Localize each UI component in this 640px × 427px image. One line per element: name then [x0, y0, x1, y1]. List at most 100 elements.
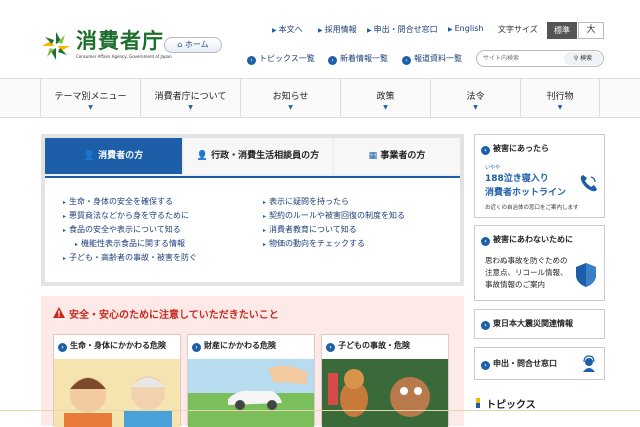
link-labeling[interactable]: ▸ 表示に疑問を持ったら — [263, 196, 349, 207]
font-size-label: 文字サイズ — [498, 25, 538, 34]
card-title: › 子どもの事故・危険 — [326, 340, 410, 352]
nav-item-publications[interactable]: 刊行物 ▼ — [520, 79, 600, 117]
home-button[interactable]: ⌂ ホーム — [164, 37, 222, 53]
link-safety[interactable]: ▸ 生命・身体の安全を確保する — [63, 196, 173, 207]
nav-label: 法令 — [466, 92, 485, 102]
link-label: 生命・身体の安全を確保する — [69, 197, 174, 206]
contact-heading: › 申出・問合せ窓口 — [481, 358, 557, 370]
chevron-right-icon: › — [402, 56, 411, 65]
nav-item-policy[interactable]: 政策 ▼ — [340, 79, 430, 117]
link-label: 報道資料一覧 — [414, 54, 462, 63]
chevron-right-icon: › — [326, 343, 335, 352]
nav-label: お知らせ — [272, 92, 309, 102]
site-search: ⚲ 検索 — [476, 50, 604, 67]
nav-label: 消費者庁について — [154, 92, 227, 102]
triangle-right-icon: ▶ — [272, 27, 277, 34]
link-press-list[interactable]: › 報道資料一覧 — [402, 53, 462, 65]
chevron-right-icon: ▸ — [63, 213, 67, 220]
topics-marker — [476, 398, 480, 408]
link-scams[interactable]: ▸ 悪質商法などから身を守るために — [63, 210, 189, 221]
chevron-down-icon: ▼ — [288, 104, 293, 111]
card-title: › 財産にかかわる危険 — [192, 340, 276, 352]
font-size-large-button[interactable]: 大 — [578, 22, 604, 39]
nav-label: 刊行物 — [546, 92, 574, 102]
util-link-contact[interactable]: ▶ 申出・問合せ窓口 — [367, 24, 438, 35]
illustration-elderly-image — [54, 359, 180, 427]
chevron-right-icon: › — [481, 146, 490, 155]
card-life-danger[interactable]: › 生命・身体にかかわる危険 — [53, 334, 181, 427]
util-link-recruit[interactable]: ▶ 採用情報 — [318, 24, 357, 35]
chevron-right-icon: ▸ — [63, 199, 67, 206]
link-education[interactable]: ▸ 消費者教育について知る — [263, 224, 357, 235]
hotline-heading-text: 被害にあったら — [493, 144, 549, 153]
prevention-box[interactable]: › 被害にあわないために 思わぬ事故を防ぐための 注意点、リコール情報、 事故情報… — [474, 225, 605, 301]
chevron-right-icon: ▸ — [75, 241, 79, 248]
prevention-line: 事故情報のご案内 — [485, 280, 545, 289]
contact-box[interactable]: › 申出・問合せ窓口 — [474, 347, 605, 380]
earthquake-heading-text: 東日本大震災関連情報 — [493, 319, 573, 328]
tab-label: 消費者の方 — [98, 151, 144, 161]
link-topics-list[interactable]: › トピックス一覧 — [247, 53, 315, 65]
site-logo[interactable]: 消費者庁 Consumer Affairs Agency, Government… — [40, 30, 180, 64]
util-link-label: English — [454, 24, 484, 33]
link-label: 消費者教育について知る — [269, 225, 357, 234]
search-input[interactable] — [483, 53, 563, 65]
shield-icon — [576, 263, 596, 287]
alert-title-text: 安全・安心のために注意していただきたいこと — [69, 310, 279, 321]
tab-administration[interactable]: 👤 行政・消費生活相談員の方 — [184, 138, 332, 174]
chevron-right-icon: ▸ — [263, 199, 267, 206]
link-contract-rules[interactable]: ▸ 契約のルールや被害回復の制度を知る — [263, 210, 405, 221]
card-title-text: 子どもの事故・危険 — [338, 341, 410, 350]
earthquake-info-box[interactable]: › 東日本大震災関連情報 — [474, 309, 605, 339]
link-news-list[interactable]: › 新着情報一覧 — [328, 53, 388, 65]
link-label: 契約のルールや被害回復の制度を知る — [269, 211, 406, 220]
link-label: 子ども・高齢者の事故・被害を防ぐ — [69, 253, 198, 262]
hotline-box[interactable]: › 被害にあったら いやや 188泣き寝入り 消費者ホットライン お近くの自治体の… — [474, 134, 605, 218]
util-link-label: 本文へ — [278, 25, 303, 34]
prevention-body: 思わぬ事故を防ぐための 注意点、リコール情報、 事故情報のご案内 — [485, 255, 568, 291]
tab-consumers[interactable]: 👤 消費者の方 — [45, 138, 182, 174]
font-size-standard-button[interactable]: 標準 — [547, 22, 577, 39]
triangle-right-icon: ▶ — [448, 26, 453, 33]
search-button[interactable]: ⚲ 検索 — [564, 52, 602, 65]
nav-item-theme-menu[interactable]: テーマ別メニュー ▼ — [40, 79, 140, 117]
card-property-danger[interactable]: › 財産にかかわる危険 — [187, 334, 315, 427]
topics-heading: トピックス — [486, 400, 536, 411]
chevron-right-icon: › — [481, 361, 490, 370]
chevron-down-icon: ▼ — [188, 104, 193, 111]
card-title-text: 生命・身体にかかわる危険 — [70, 341, 166, 350]
link-food[interactable]: ▸ 食品の安全や表示について知る — [63, 224, 181, 235]
alert-title: 安全・安心のために注意していただきたいこと — [53, 306, 279, 321]
illustration-hand-car-image — [188, 359, 314, 427]
chevron-right-icon: › — [192, 343, 201, 352]
search-button-label: 検索 — [580, 55, 593, 62]
util-link-english[interactable]: ▶ English — [448, 24, 484, 33]
hotline-title-1: 188泣き寝入り — [485, 174, 549, 184]
page-bottom-divider — [0, 410, 640, 411]
tab-business[interactable]: ▦ 事業者の方 — [334, 138, 460, 174]
card-child-danger[interactable]: › 子どもの事故・危険 — [321, 334, 449, 427]
util-link-label: 申出・問合せ窓口 — [373, 25, 438, 34]
link-label: 物価の動向をチェックする — [269, 239, 366, 248]
chevron-right-icon: ▸ — [63, 255, 67, 262]
person-icon: 👤 — [83, 151, 99, 161]
chevron-down-icon: ▼ — [473, 104, 478, 111]
nav-item-law[interactable]: 法令 ▼ — [430, 79, 520, 117]
triangle-right-icon: ▶ — [367, 27, 372, 34]
contact-heading-text: 申出・問合せ窓口 — [493, 359, 557, 368]
chevron-right-icon: ▸ — [263, 213, 267, 220]
link-label: 新着情報一覧 — [340, 54, 388, 63]
nav-item-news[interactable]: お知らせ ▼ — [240, 79, 340, 117]
nav-item-about[interactable]: 消費者庁について ▼ — [140, 79, 240, 117]
link-prices[interactable]: ▸ 物価の動向をチェックする — [263, 238, 365, 249]
nav-label: 政策 — [376, 92, 395, 102]
earthquake-heading: › 東日本大震災関連情報 — [481, 318, 573, 330]
illustration-toys-image — [322, 359, 448, 427]
link-children-elderly[interactable]: ▸ 子ども・高齢者の事故・被害を防ぐ — [63, 252, 197, 263]
chevron-right-icon: › — [481, 321, 490, 330]
link-functional-food[interactable]: ▸ 機能性表示食品に関する情報 — [75, 238, 185, 249]
global-nav: テーマ別メニュー ▼ 消費者庁について ▼ お知らせ ▼ 政策 ▼ 法令 ▼ 刊行物 ▼ — [0, 78, 640, 118]
chevron-right-icon: › — [328, 56, 337, 65]
link-label: 表示に疑問を持ったら — [269, 197, 350, 206]
util-link-main-content[interactable]: ▶ 本文へ — [272, 24, 303, 35]
